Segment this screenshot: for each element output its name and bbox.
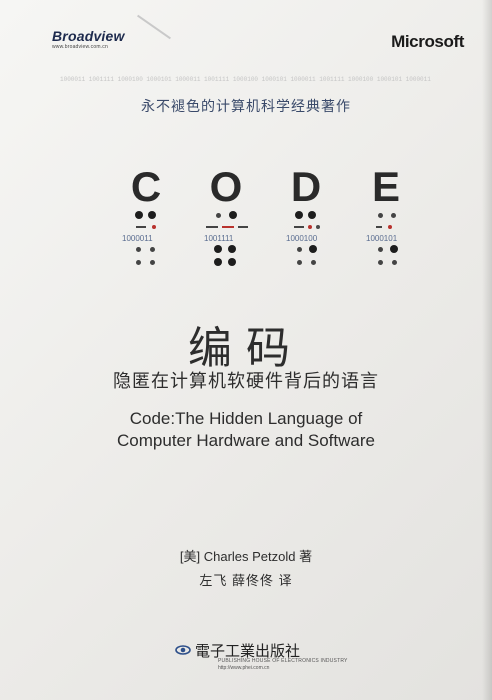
- phei-logo-icon: [175, 645, 191, 655]
- cover-scratch: [137, 14, 171, 40]
- binary-strip: 1000011 1001111 1000100 1000101 1000011 …: [60, 76, 432, 83]
- title-english-line-1: Code:The Hidden Language of: [129, 409, 363, 428]
- spine-shadow: [482, 0, 492, 700]
- broadview-logo: Broadview: [52, 28, 125, 44]
- code-letter-o: O: [209, 163, 243, 210]
- broadview-url: www.broadview.com.cn: [52, 44, 108, 50]
- translators-line: 左飞 薛佟佟 译: [199, 573, 293, 588]
- code-letter-e: E: [371, 163, 400, 210]
- microsoft-logo: Microsoft: [391, 32, 464, 51]
- code-letter-c: C: [130, 163, 162, 210]
- binary-c: 1000011: [122, 234, 153, 243]
- binary-e: 1000101: [366, 234, 398, 243]
- phei-url: http://www.phei.com.cn: [218, 665, 270, 671]
- book-cover: Broadview www.broadview.com.cn Microsoft…: [0, 0, 492, 700]
- tagline: 永不褪色的计算机科学经典著作: [141, 98, 351, 114]
- author-line: [美] Charles Petzold 著: [179, 549, 313, 564]
- title-english-line-2: Computer Hardware and Software: [117, 431, 375, 450]
- binary-o: 1001111: [204, 234, 234, 243]
- binary-d: 1000100: [286, 234, 318, 243]
- phei-english-name: PUBLISHING HOUSE OF ELECTRONICS INDUSTRY: [218, 658, 348, 664]
- code-letter-d: D: [290, 163, 322, 210]
- title-english: Code:The Hidden Language of Computer Har…: [0, 408, 492, 452]
- subtitle-chinese: 隐匿在计算机软硬件背后的语言: [113, 371, 379, 391]
